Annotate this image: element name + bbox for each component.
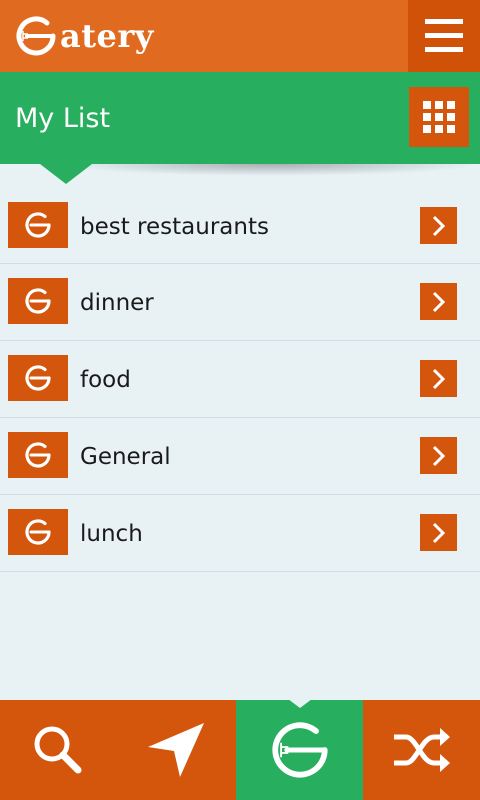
shuffle-icon — [393, 728, 450, 772]
list-item[interactable]: lunch — [0, 495, 480, 572]
tab-search[interactable] — [0, 700, 116, 800]
list-item-label: lunch — [80, 521, 143, 547]
chevron-right-icon[interactable] — [420, 360, 457, 397]
eatery-e-icon — [8, 202, 68, 248]
navigation-arrow-icon — [148, 723, 204, 777]
chevron-right-icon[interactable] — [420, 437, 457, 474]
menu-button[interactable] — [408, 0, 480, 72]
tab-eatery-home[interactable] — [236, 699, 363, 800]
grid-view-icon — [423, 101, 455, 133]
list-item-label: General — [80, 444, 171, 470]
list-item-label: food — [80, 367, 131, 393]
eatery-e-icon — [8, 432, 68, 478]
eatery-e-fork-icon — [271, 722, 328, 778]
list-item[interactable]: best restaurants — [0, 188, 480, 264]
list-item[interactable]: General — [0, 418, 480, 495]
header-pointer — [40, 164, 92, 184]
eatery-logo[interactable]: atery — [14, 13, 154, 59]
eatery-e-fork-icon — [16, 16, 56, 56]
search-icon — [34, 726, 82, 774]
list-item[interactable]: dinner — [0, 264, 480, 341]
chevron-right-icon[interactable] — [420, 514, 457, 551]
eatery-e-icon — [8, 278, 68, 324]
my-list: best restaurants dinner food General lun… — [0, 188, 480, 572]
eatery-e-icon — [8, 355, 68, 401]
list-item-label: dinner — [80, 290, 154, 316]
list-item-label: best restaurants — [80, 214, 269, 240]
top-app-bar: atery — [0, 0, 480, 72]
tab-navigate[interactable] — [116, 700, 236, 800]
page-title: My List — [15, 103, 111, 134]
eatery-e-icon — [8, 509, 68, 555]
tab-shuffle[interactable] — [363, 700, 480, 800]
chevron-right-icon[interactable] — [420, 207, 457, 244]
hamburger-menu-icon — [425, 19, 463, 52]
bottom-nav — [0, 699, 480, 800]
page-header: My List — [0, 72, 480, 164]
list-item[interactable]: food — [0, 341, 480, 418]
header-shadow — [60, 164, 480, 176]
logo-text: atery — [60, 17, 154, 55]
chevron-right-icon[interactable] — [420, 283, 457, 320]
grid-view-button[interactable] — [409, 87, 469, 147]
